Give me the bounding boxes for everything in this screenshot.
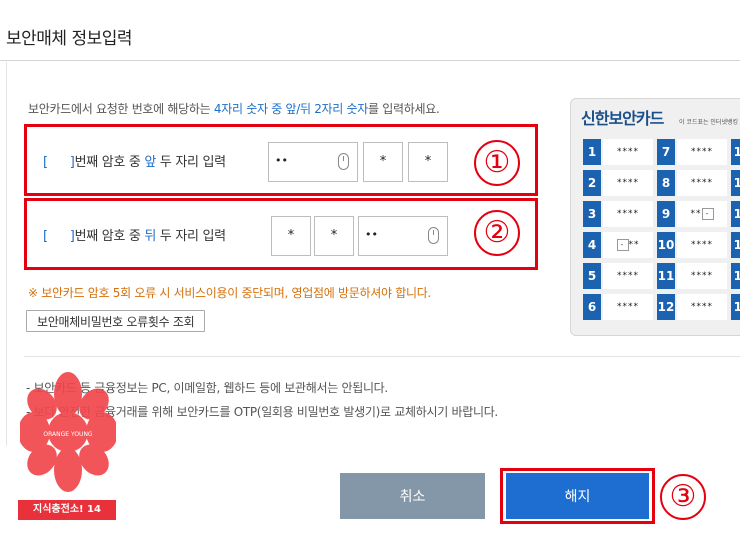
password-mask: •• <box>275 154 288 167</box>
label-part-b: 두 자리 입력 <box>156 155 226 170</box>
card-cell-number: 5 <box>583 263 601 289</box>
card-cell-code: **** <box>603 294 653 320</box>
card-index-open-bracket: [ <box>43 155 48 170</box>
front-digits-label: []번째 암호 중 앞 두 자리 입력 <box>43 151 226 170</box>
card-cell-number: 14 <box>731 170 740 196</box>
annotation-marker-1: ① <box>474 140 520 186</box>
back-digits-password-input[interactable]: •• <box>358 216 448 256</box>
guide-prefix: 보안카드에서 요청한 번호에 해당하는 <box>28 102 214 116</box>
channel-watermark: ORANGE YOUNG 지식충전소! 14 <box>14 372 124 522</box>
card-cell-code: **** <box>677 170 727 196</box>
label-part-a: 번째 암호 중 <box>74 155 145 170</box>
front-two-digits-row: []번째 암호 중 앞 두 자리 입력 •• * * <box>24 124 538 196</box>
guide-highlight: 4자리 숫자 중 앞/뒤 2자리 숫자 <box>213 102 369 116</box>
guide-text: 보안카드에서 요청한 번호에 해당하는 4자리 숫자 중 앞/뒤 2자리 숫자를… <box>28 100 440 117</box>
card-cell-number: 6 <box>583 294 601 320</box>
notes-divider <box>24 356 740 357</box>
masked-digit-4: * <box>408 142 448 182</box>
security-card-preview: 신한보안카드 이 코드표는 인터넷뱅킹 1 **** 7 **** 13 2 *… <box>570 98 740 336</box>
card-cell-number: 8 <box>657 170 675 196</box>
lockout-warning: ※ 보안카드 암호 5회 오류 시 서비스이용이 중단되며, 영업점에 방문하셔… <box>28 286 431 300</box>
front-digits-password-input[interactable]: •• <box>268 142 358 182</box>
error-count-lookup-button[interactable]: 보안매체비밀번호 오류횟수 조회 <box>26 310 206 332</box>
card-index-open-bracket: [ <box>43 229 48 244</box>
card-cell-code: ** <box>628 240 640 250</box>
masked-digit-box-icon: - <box>616 238 629 251</box>
label-part-b: 두 자리 입력 <box>156 229 226 244</box>
virtual-keyboard-mouse-icon[interactable] <box>338 153 349 170</box>
card-cell-code: **** <box>677 294 727 320</box>
card-cell-number: 9 <box>657 201 675 227</box>
card-cell-code-hidden: ** - <box>677 201 727 227</box>
card-cell-number: 13 <box>731 139 740 165</box>
label-part-a: 번째 암호 중 <box>74 229 145 244</box>
back-digits-label: []번째 암호 중 뒤 두 자리 입력 <box>43 225 226 244</box>
guide-suffix: 를 입력하세요. <box>368 102 440 116</box>
card-cell-number: 18 <box>731 294 740 320</box>
card-cell-number: 16 <box>731 232 740 258</box>
watermark-caption: 지식충전소! 14 <box>18 500 116 520</box>
masked-digit-3: * <box>363 142 403 182</box>
title-divider <box>0 60 740 61</box>
card-cell-number: 7 <box>657 139 675 165</box>
card-cell-code-hidden: - ** <box>603 232 653 258</box>
masked-digit-1: * <box>271 216 311 256</box>
cancel-button[interactable]: 취소 <box>340 473 485 519</box>
orange-flower-logo-icon: ORANGE YOUNG <box>20 372 116 492</box>
card-cell-number: 4 <box>583 232 601 258</box>
card-cell-code: **** <box>603 263 653 289</box>
page-title: 보안매체 정보입력 <box>6 29 133 49</box>
card-title: 신한보안카드 <box>581 109 664 128</box>
watermark-brand: ORANGE YOUNG <box>43 431 93 438</box>
card-cell-number: 12 <box>657 294 675 320</box>
card-cell-code: **** <box>677 139 727 165</box>
card-cell-code: ** <box>690 209 702 219</box>
card-cell-code: **** <box>677 232 727 258</box>
card-cell-number: 2 <box>583 170 601 196</box>
card-cell-number: 1 <box>583 139 601 165</box>
card-subtitle: 이 코드표는 인터넷뱅킹 <box>679 119 739 126</box>
card-cell-code: **** <box>603 139 653 165</box>
annotation-marker-3: ③ <box>660 474 706 520</box>
label-position: 앞 <box>144 155 157 170</box>
card-cell-code: **** <box>677 263 727 289</box>
confirm-highlight-frame: 해지 <box>500 468 655 524</box>
password-mask: •• <box>365 228 378 241</box>
label-position: 뒤 <box>144 229 157 244</box>
card-cell-number: 10 <box>657 232 675 258</box>
masked-digit-2: * <box>314 216 354 256</box>
masked-digit-box-icon: - <box>701 207 714 220</box>
card-cell-number: 15 <box>731 201 740 227</box>
card-cell-code: **** <box>603 170 653 196</box>
card-cell-number: 17 <box>731 263 740 289</box>
annotation-marker-2: ② <box>474 210 520 256</box>
terminate-button[interactable]: 해지 <box>506 473 649 519</box>
card-cell-number: 11 <box>657 263 675 289</box>
card-cell-number: 3 <box>583 201 601 227</box>
back-two-digits-row: []번째 암호 중 뒤 두 자리 입력 * * •• <box>24 198 538 270</box>
virtual-keyboard-mouse-icon[interactable] <box>428 227 439 244</box>
card-cell-code: **** <box>603 201 653 227</box>
